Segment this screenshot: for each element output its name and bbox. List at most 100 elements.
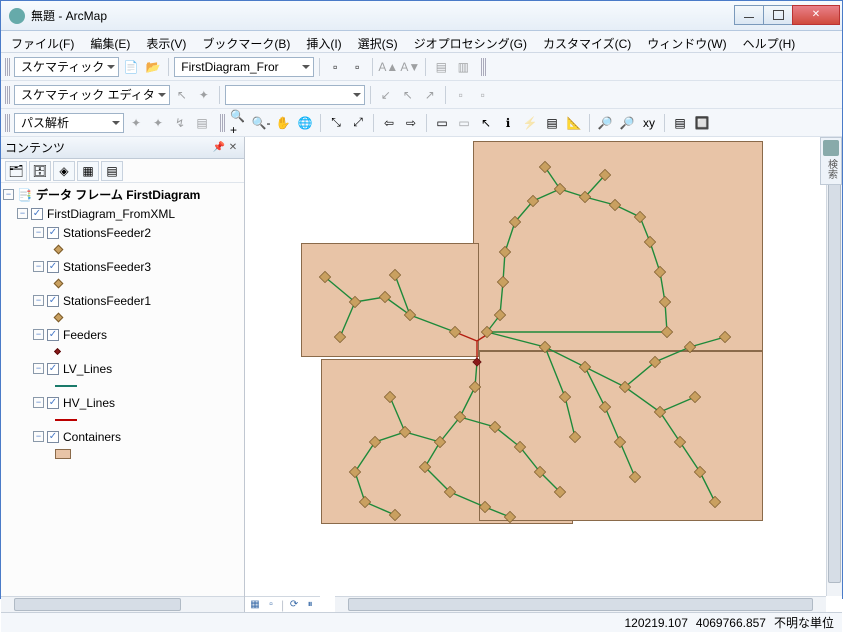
fixed-zoomin-button[interactable]: ⤡ <box>326 113 346 133</box>
viewer-window-button[interactable]: 🔲 <box>692 113 712 133</box>
checkbox[interactable] <box>47 295 59 307</box>
clear-selection-button[interactable]: ▭ <box>454 113 474 133</box>
tree-grouplayer[interactable]: − FirstDiagram_FromXML <box>1 204 244 223</box>
tree-layer[interactable]: − Containers <box>1 427 244 446</box>
editor-combo[interactable] <box>225 85 365 105</box>
measure-button[interactable]: 📐 <box>564 113 584 133</box>
checkbox[interactable] <box>47 261 59 273</box>
goto-xy-button[interactable]: xy <box>639 113 659 133</box>
find-button[interactable]: 🔎 <box>595 113 615 133</box>
search-dock[interactable]: 検索 <box>820 137 842 185</box>
tree-layer[interactable]: − StationsFeeder3 <box>1 257 244 276</box>
ed-a-button[interactable]: ↙ <box>376 85 396 105</box>
checkbox[interactable] <box>47 363 59 375</box>
increase-size-button[interactable]: A▲ <box>378 57 398 77</box>
full-extent-button[interactable]: 🌐 <box>295 113 315 133</box>
list-visibility-button[interactable]: ◈ <box>53 161 75 181</box>
schematic-dropdown[interactable]: スケマティック <box>14 57 119 77</box>
misc-b-button[interactable]: ▥ <box>453 57 473 77</box>
refresh-icon[interactable]: ⟳ <box>288 599 300 611</box>
open-diagram-button[interactable]: 📂 <box>143 57 163 77</box>
pause-icon[interactable]: ⏸ <box>304 599 316 611</box>
menu-file[interactable]: ファイル(F) <box>7 33 78 50</box>
collapse-icon[interactable]: − <box>33 227 44 238</box>
pan-button[interactable]: ✋ <box>273 113 293 133</box>
menu-edit[interactable]: 編集(E) <box>86 33 134 50</box>
tree-layer[interactable]: − LV_Lines <box>1 359 244 378</box>
prev-extent-button[interactable]: ⇦ <box>379 113 399 133</box>
new-diagram-button[interactable]: 📄 <box>121 57 141 77</box>
tree-layer[interactable]: − HV_Lines <box>1 393 244 412</box>
pa-d-button[interactable]: ▤ <box>192 113 212 133</box>
toc-tree[interactable]: − 📑 データ フレーム FirstDiagram − FirstDiagram… <box>1 183 244 596</box>
timeslider-button[interactable]: ▤ <box>670 113 690 133</box>
menu-customize[interactable]: カスタマイズ(C) <box>539 33 635 50</box>
map-vscrollbar[interactable] <box>826 137 842 596</box>
checkbox[interactable] <box>31 208 43 220</box>
decrease-size-button[interactable]: A▼ <box>400 57 420 77</box>
checkbox[interactable] <box>47 329 59 341</box>
pa-a-button[interactable]: ✦ <box>126 113 146 133</box>
ed-b-button[interactable]: ↖ <box>398 85 418 105</box>
map-canvas[interactable] <box>245 137 826 596</box>
data-view-icon[interactable]: ▦ <box>249 599 261 611</box>
ed-d-button[interactable]: ▫ <box>451 85 471 105</box>
maximize-button[interactable] <box>763 5 793 25</box>
list-selection-button[interactable]: ▦ <box>77 161 99 181</box>
misc-a-button[interactable]: ▤ <box>431 57 451 77</box>
menu-bookmarks[interactable]: ブックマーク(B) <box>198 33 294 50</box>
ed-c-button[interactable]: ↗ <box>420 85 440 105</box>
map-hscrollbar[interactable] <box>335 596 826 612</box>
edit-vertex-button[interactable]: ✦ <box>194 85 214 105</box>
tree-layer[interactable]: − StationsFeeder1 <box>1 291 244 310</box>
collapse-icon[interactable]: − <box>33 363 44 374</box>
minimize-button[interactable] <box>734 5 764 25</box>
collapse-icon[interactable]: − <box>33 431 44 442</box>
next-extent-button[interactable]: ⇨ <box>401 113 421 133</box>
pointer-button[interactable]: ↖ <box>476 113 496 133</box>
htmlpopup-button[interactable]: ▤ <box>542 113 562 133</box>
pin-icon[interactable]: 📌 <box>212 141 226 155</box>
ed-e-button[interactable]: ▫ <box>473 85 493 105</box>
list-source-button[interactable]: 🗄 <box>29 161 51 181</box>
menu-window[interactable]: ウィンドウ(W) <box>643 33 730 50</box>
collapse-icon[interactable]: − <box>33 261 44 272</box>
checkbox[interactable] <box>47 397 59 409</box>
hyperlink-button[interactable]: ⚡ <box>520 113 540 133</box>
collapse-icon[interactable]: − <box>3 189 14 200</box>
zoom-out-button[interactable]: 🔍- <box>251 113 271 133</box>
tree-layer[interactable]: − Feeders <box>1 325 244 344</box>
checkbox[interactable] <box>47 227 59 239</box>
diagram-selector[interactable]: FirstDiagram_Fror <box>174 57 314 77</box>
pa-b-button[interactable]: ✦ <box>148 113 168 133</box>
close-panel-icon[interactable]: ✕ <box>226 141 240 155</box>
close-button[interactable] <box>792 5 840 25</box>
fixed-zoomout-button[interactable]: ⤢ <box>348 113 368 133</box>
checkbox[interactable] <box>47 431 59 443</box>
pa-c-button[interactable]: ↯ <box>170 113 190 133</box>
propagate2-button[interactable]: ▫ <box>347 57 367 77</box>
identify-button[interactable]: ℹ <box>498 113 518 133</box>
edit-move-button[interactable]: ↖ <box>172 85 192 105</box>
list-drawing-order-button[interactable]: 🗂 <box>5 161 27 181</box>
select-features-button[interactable]: ▭ <box>432 113 452 133</box>
layout-view-icon[interactable]: ▫ <box>265 599 277 611</box>
collapse-icon[interactable]: − <box>33 329 44 340</box>
propagate-button[interactable]: ▫ <box>325 57 345 77</box>
findroute-button[interactable]: 🔎 <box>617 113 637 133</box>
menu-view[interactable]: 表示(V) <box>142 33 190 50</box>
schematic-editor-dropdown[interactable]: スケマティック エディタ <box>14 85 170 105</box>
tree-layer[interactable]: − StationsFeeder2 <box>1 223 244 242</box>
menu-geoprocessing[interactable]: ジオプロセシング(G) <box>410 33 531 50</box>
path-analysis-dropdown[interactable]: パス解析 <box>14 113 124 133</box>
menu-selection[interactable]: 選択(S) <box>354 33 402 50</box>
collapse-icon[interactable]: − <box>33 295 44 306</box>
toc-hscrollbar[interactable] <box>1 596 244 612</box>
collapse-icon[interactable]: − <box>33 397 44 408</box>
collapse-icon[interactable]: − <box>17 208 28 219</box>
tree-dataframe[interactable]: − 📑 データ フレーム FirstDiagram <box>1 185 244 204</box>
menu-help[interactable]: ヘルプ(H) <box>739 33 800 50</box>
options-button[interactable]: ▤ <box>101 161 123 181</box>
zoom-in-button[interactable]: 🔍+ <box>229 113 249 133</box>
menu-insert[interactable]: 挿入(I) <box>302 33 345 50</box>
